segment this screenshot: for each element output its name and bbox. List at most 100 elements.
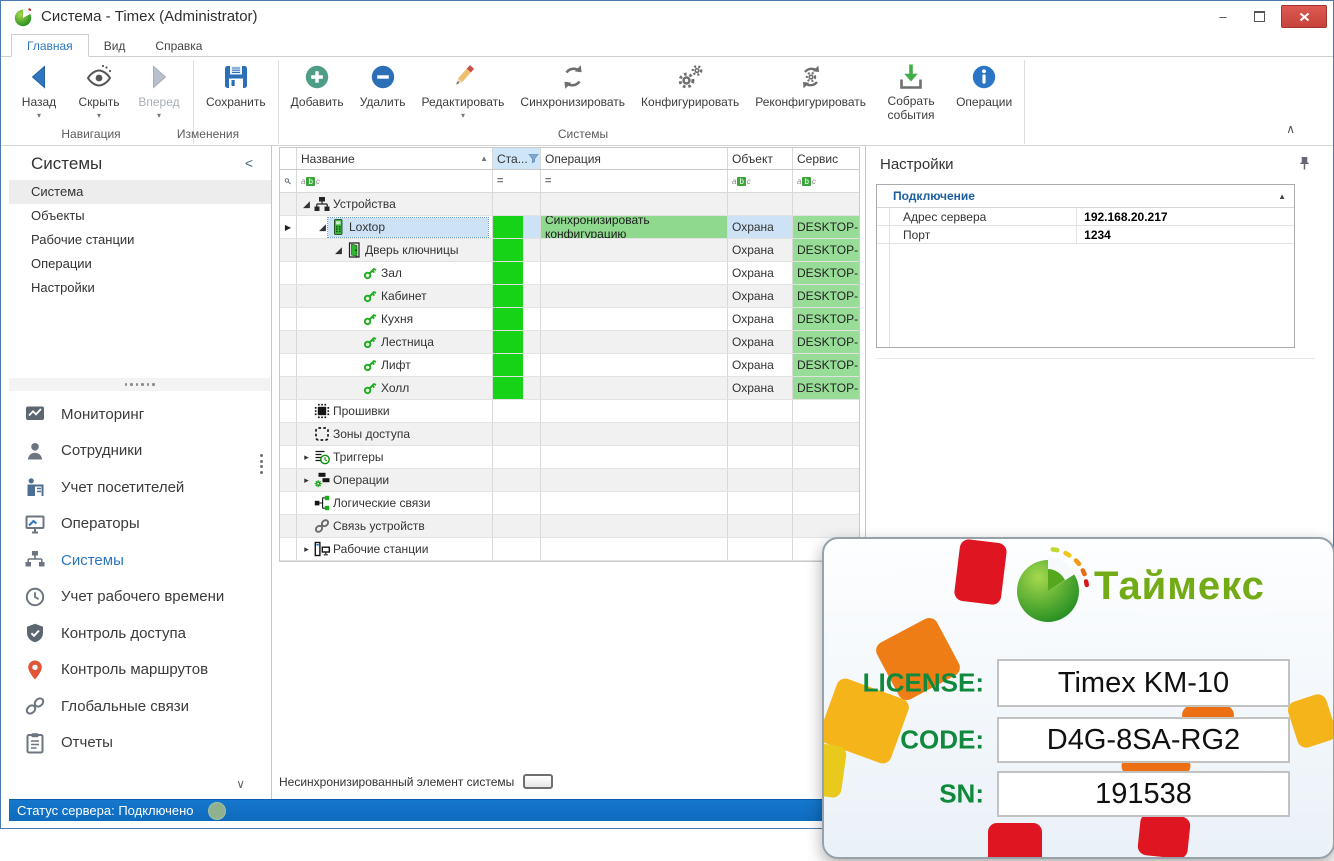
cell-service[interactable] [793, 446, 859, 469]
ribbon-button-info[interactable]: Операции [948, 60, 1020, 111]
tab-vid[interactable]: Вид [89, 35, 141, 56]
tab-spravka[interactable]: Справка [140, 35, 217, 56]
filter-cell-4[interactable]: abc [728, 170, 793, 192]
cell-object[interactable]: Охрана [728, 239, 793, 262]
cell-status[interactable] [493, 446, 541, 469]
cell-name[interactable]: Прошивки [297, 400, 493, 423]
column-header-1[interactable]: Название▲ [297, 148, 493, 169]
nav-item-operators[interactable]: Операторы [9, 506, 271, 543]
cell-status[interactable] [493, 400, 541, 423]
table-row[interactable]: Прошивки [280, 400, 859, 423]
cell-status[interactable] [493, 469, 541, 492]
cell-status[interactable] [493, 492, 541, 515]
table-row[interactable]: ▸Рабочие станции [280, 538, 859, 561]
table-row[interactable]: ЗалОхранаDESKTOP-... [280, 262, 859, 285]
property-value[interactable]: 1234 [1077, 226, 1294, 243]
table-row[interactable]: Связь устройств [280, 515, 859, 538]
ribbon-button-add[interactable]: Добавить [283, 60, 352, 111]
cell-status[interactable] [493, 308, 541, 331]
cell-object[interactable]: Охрана [728, 331, 793, 354]
cell-operation[interactable] [541, 538, 728, 561]
cell-operation[interactable] [541, 423, 728, 446]
cell-status[interactable] [493, 331, 541, 354]
nav-item-systems[interactable]: Системы [9, 542, 271, 579]
cell-status[interactable] [493, 538, 541, 561]
table-row[interactable]: ХоллОхранаDESKTOP-... [280, 377, 859, 400]
cell-status[interactable] [493, 239, 541, 262]
cell-operation[interactable] [541, 308, 728, 331]
tree-expand-icon[interactable]: ◢ [301, 199, 312, 210]
cell-name[interactable]: ◢Loxtop [297, 216, 493, 239]
ribbon-button-forward[interactable]: Вперед▾ [129, 60, 189, 122]
column-header-4[interactable]: Объект [728, 148, 793, 169]
ribbon-button-remove[interactable]: Удалить [352, 60, 414, 111]
cell-name[interactable]: ◢Устройства [297, 193, 493, 216]
cell-operation[interactable] [541, 285, 728, 308]
column-header-5[interactable]: Сервис [793, 148, 859, 169]
nav-item-routes[interactable]: Контроль маршрутов [9, 652, 271, 689]
collapse-panel-icon[interactable]: < [245, 155, 253, 171]
dock-item[interactable]: Система [9, 180, 271, 204]
filter-cell-5[interactable]: abc [793, 170, 859, 192]
nav-item-monitoring[interactable]: Мониторинг [9, 396, 271, 433]
dock-item[interactable]: Операции [9, 252, 271, 276]
dock-item[interactable]: Объекты [9, 204, 271, 228]
tree-expand-icon[interactable]: ▸ [301, 544, 312, 555]
cell-object[interactable] [728, 538, 793, 561]
cell-status[interactable] [493, 423, 541, 446]
cell-status[interactable] [493, 285, 541, 308]
cell-operation[interactable] [541, 331, 728, 354]
tree-expand-icon[interactable]: ▸ [301, 475, 312, 486]
cell-operation[interactable] [541, 354, 728, 377]
maximize-button[interactable] [1245, 6, 1273, 27]
tree-expand-icon[interactable]: ◢ [333, 245, 344, 256]
cell-object[interactable] [728, 469, 793, 492]
tree-expand-icon[interactable]: ◢ [317, 222, 328, 233]
filter-cell-0[interactable] [280, 170, 297, 192]
column-header-0[interactable] [280, 148, 297, 169]
cell-service[interactable] [793, 492, 859, 515]
dock-item[interactable]: Настройки [9, 276, 271, 300]
collapse-group-icon[interactable]: ▲ [1278, 192, 1286, 201]
table-row[interactable]: ▶◢LoxtopСинхронизировать конфигурациюОхр… [280, 216, 859, 239]
cell-status[interactable] [493, 515, 541, 538]
horizontal-splitter[interactable] [9, 378, 270, 391]
cell-name[interactable]: Кухня [297, 308, 493, 331]
cell-operation[interactable] [541, 492, 728, 515]
cell-object[interactable]: Охрана [728, 354, 793, 377]
table-row[interactable]: Зоны доступа [280, 423, 859, 446]
pin-icon[interactable] [1298, 156, 1311, 171]
cell-status[interactable] [493, 354, 541, 377]
cell-name[interactable]: Кабинет [297, 285, 493, 308]
ribbon-button-hide[interactable]: Скрыть▾ [69, 60, 129, 122]
cell-service[interactable]: DESKTOP-... [793, 308, 859, 331]
table-row[interactable]: Лестница ОхранаDESKTOP-... [280, 331, 859, 354]
chevron-down-icon[interactable]: ∨ [236, 777, 245, 791]
table-row[interactable]: ◢Устройства [280, 193, 859, 216]
cell-service[interactable]: DESKTOP-... [793, 216, 859, 239]
cell-operation[interactable] [541, 377, 728, 400]
cell-object[interactable]: Охрана [728, 308, 793, 331]
cell-object[interactable]: Охрана [728, 262, 793, 285]
minimize-button[interactable]: – [1209, 6, 1237, 27]
property-group-header[interactable]: Подключение ▲ [877, 185, 1294, 208]
cell-operation[interactable] [541, 515, 728, 538]
nav-item-worktime[interactable]: Учет рабочего времени [9, 579, 271, 616]
cell-operation[interactable] [541, 400, 728, 423]
ribbon-button-collect[interactable]: Собрать события [874, 60, 948, 125]
vertical-splitter-handle[interactable] [260, 454, 263, 474]
cell-name[interactable]: Лестница [297, 331, 493, 354]
cell-object[interactable]: Охрана [728, 377, 793, 400]
cell-service[interactable]: DESKTOP-... [793, 331, 859, 354]
table-row[interactable]: ▸Операции [280, 469, 859, 492]
cell-name[interactable]: Связь устройств [297, 515, 493, 538]
table-row[interactable]: ◢Дверь ключницыОхранаDESKTOP-... [280, 239, 859, 262]
cell-service[interactable] [793, 193, 859, 216]
filter-cell-3[interactable]: = [541, 170, 728, 192]
nav-item-access[interactable]: Контроль доступа [9, 615, 271, 652]
cell-object[interactable] [728, 446, 793, 469]
cell-service[interactable] [793, 400, 859, 423]
ribbon-button-back[interactable]: Назад▾ [9, 60, 69, 122]
cell-service[interactable] [793, 469, 859, 492]
close-button[interactable] [1281, 5, 1327, 28]
